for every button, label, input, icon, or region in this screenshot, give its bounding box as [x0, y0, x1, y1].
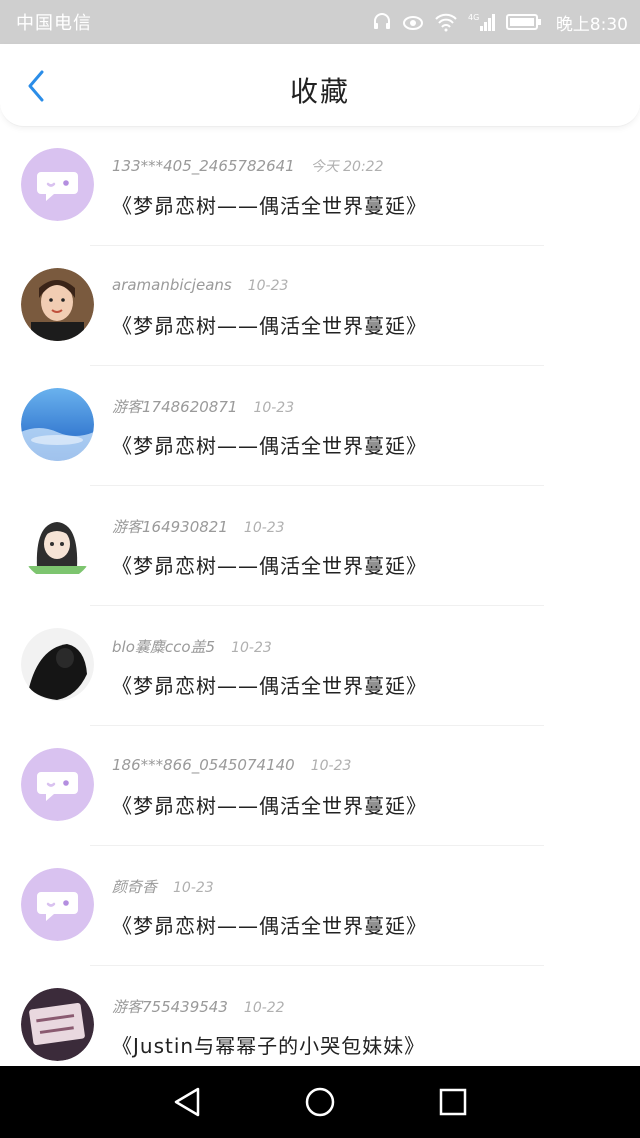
username: 游客164930821: [112, 518, 228, 536]
home-circle-icon: [305, 1087, 335, 1117]
list-item[interactable]: 游客1748620871 10-23 《梦昴恋树——偶活全世界蔓延》: [0, 366, 640, 486]
photo-girl-avatar-icon: [21, 268, 94, 341]
list-item[interactable]: blo囊麋cco盖5 10-23 《梦昴恋树——偶活全世界蔓延》: [0, 606, 640, 726]
item-title: 《梦昴恋树——偶活全世界蔓延》: [112, 554, 427, 578]
clock-label: 晚上8:30: [555, 14, 628, 35]
carrier-label: 中国电信: [16, 13, 92, 34]
item-meta: 133***405_2465782641 今天 20:22: [112, 156, 384, 176]
item-meta: 186***866_0545074140 10-23: [112, 756, 351, 774]
status-icons: 4G 晚上8:30: [372, 10, 628, 35]
item-date: 今天 20:22: [310, 159, 384, 175]
item-meta: 游客164930821 10-23: [112, 516, 285, 537]
username: blo囊麋cco盖5: [112, 638, 216, 656]
page-header: 收藏: [0, 44, 640, 127]
blue-landscape-avatar-icon: [21, 388, 94, 461]
status-bar: 中国电信 4G 晚上8:30: [0, 0, 640, 44]
headset-icon: [372, 12, 392, 32]
username: 颜奇香: [112, 878, 158, 896]
wifi-icon: [434, 12, 458, 32]
item-meta: 游客1748620871 10-23: [112, 396, 294, 417]
default-chat-avatar-icon: [21, 748, 94, 821]
default-chat-avatar-icon: [21, 148, 94, 221]
default-chat-avatar-icon: [21, 868, 94, 941]
username: 游客1748620871: [112, 398, 238, 416]
item-date: 10-23: [243, 520, 285, 536]
avatar: [21, 268, 94, 341]
list-item[interactable]: aramanbicjeans 10-23 《梦昴恋树——偶活全世界蔓延》: [0, 246, 640, 366]
page-title: 收藏: [289, 75, 350, 108]
item-title: 《梦昴恋树——偶活全世界蔓延》: [112, 914, 427, 938]
item-title: 《梦昴恋树——偶活全世界蔓延》: [112, 434, 427, 458]
eye-icon: [402, 13, 424, 31]
avatar: [21, 148, 94, 221]
item-title: 《梦昴恋树——偶活全世界蔓延》: [112, 674, 427, 698]
item-date: 10-23: [253, 400, 295, 416]
avatar: [21, 868, 94, 941]
dark-photo-avatar-icon: [21, 628, 94, 701]
avatar: [21, 748, 94, 821]
item-title: 《梦昴恋树——偶活全世界蔓延》: [112, 314, 427, 338]
username: aramanbicjeans: [112, 276, 232, 294]
item-date: 10-23: [231, 640, 272, 656]
avatar: [21, 988, 94, 1061]
anime-girl-avatar-icon: [21, 508, 94, 581]
nav-back-button[interactable]: [165, 1080, 209, 1124]
battery-icon: [505, 13, 542, 31]
system-nav-bar: [0, 1066, 640, 1138]
nav-recents-button[interactable]: [431, 1080, 475, 1124]
network-label: 4G: [468, 13, 479, 22]
item-title: 《梦昴恋树——偶活全世界蔓延》: [112, 794, 427, 818]
signal-icon: 4G: [468, 12, 496, 32]
smile-sign-avatar-icon: [21, 988, 94, 1061]
item-meta: 颜奇香 10-23: [112, 876, 214, 897]
avatar: [21, 388, 94, 461]
list-item[interactable]: 186***866_0545074140 10-23 《梦昴恋树——偶活全世界蔓延…: [0, 726, 640, 846]
item-meta: 游客755439543 10-22: [112, 996, 285, 1017]
username: 133***405_2465782641: [112, 157, 295, 175]
item-date: 10-22: [243, 1000, 285, 1016]
item-date: 10-23: [173, 880, 214, 896]
favorites-list: 133***405_2465782641 今天 20:22 《梦昴恋树——偶活全世…: [0, 126, 640, 1086]
nav-home-button[interactable]: [298, 1080, 342, 1124]
list-item[interactable]: 颜奇香 10-23 《梦昴恋树——偶活全世界蔓延》: [0, 846, 640, 966]
item-date: 10-23: [247, 278, 289, 294]
item-title: 《Justin与幂幂子的小哭包妹妹》: [112, 1034, 426, 1058]
back-triangle-icon: [174, 1087, 199, 1117]
list-item[interactable]: 游客164930821 10-23 《梦昴恋树——偶活全世界蔓延》: [0, 486, 640, 606]
list-item[interactable]: 133***405_2465782641 今天 20:22 《梦昴恋树——偶活全世…: [0, 126, 640, 246]
username: 游客755439543: [112, 998, 228, 1016]
avatar: [21, 628, 94, 701]
item-date: 10-23: [310, 758, 352, 774]
avatar: [21, 508, 94, 581]
item-meta: blo囊麋cco盖5 10-23: [112, 636, 272, 657]
recents-square-icon: [440, 1088, 467, 1116]
item-title: 《梦昴恋树——偶活全世界蔓延》: [112, 194, 427, 218]
item-meta: aramanbicjeans 10-23: [112, 276, 288, 294]
username: 186***866_0545074140: [112, 756, 295, 774]
